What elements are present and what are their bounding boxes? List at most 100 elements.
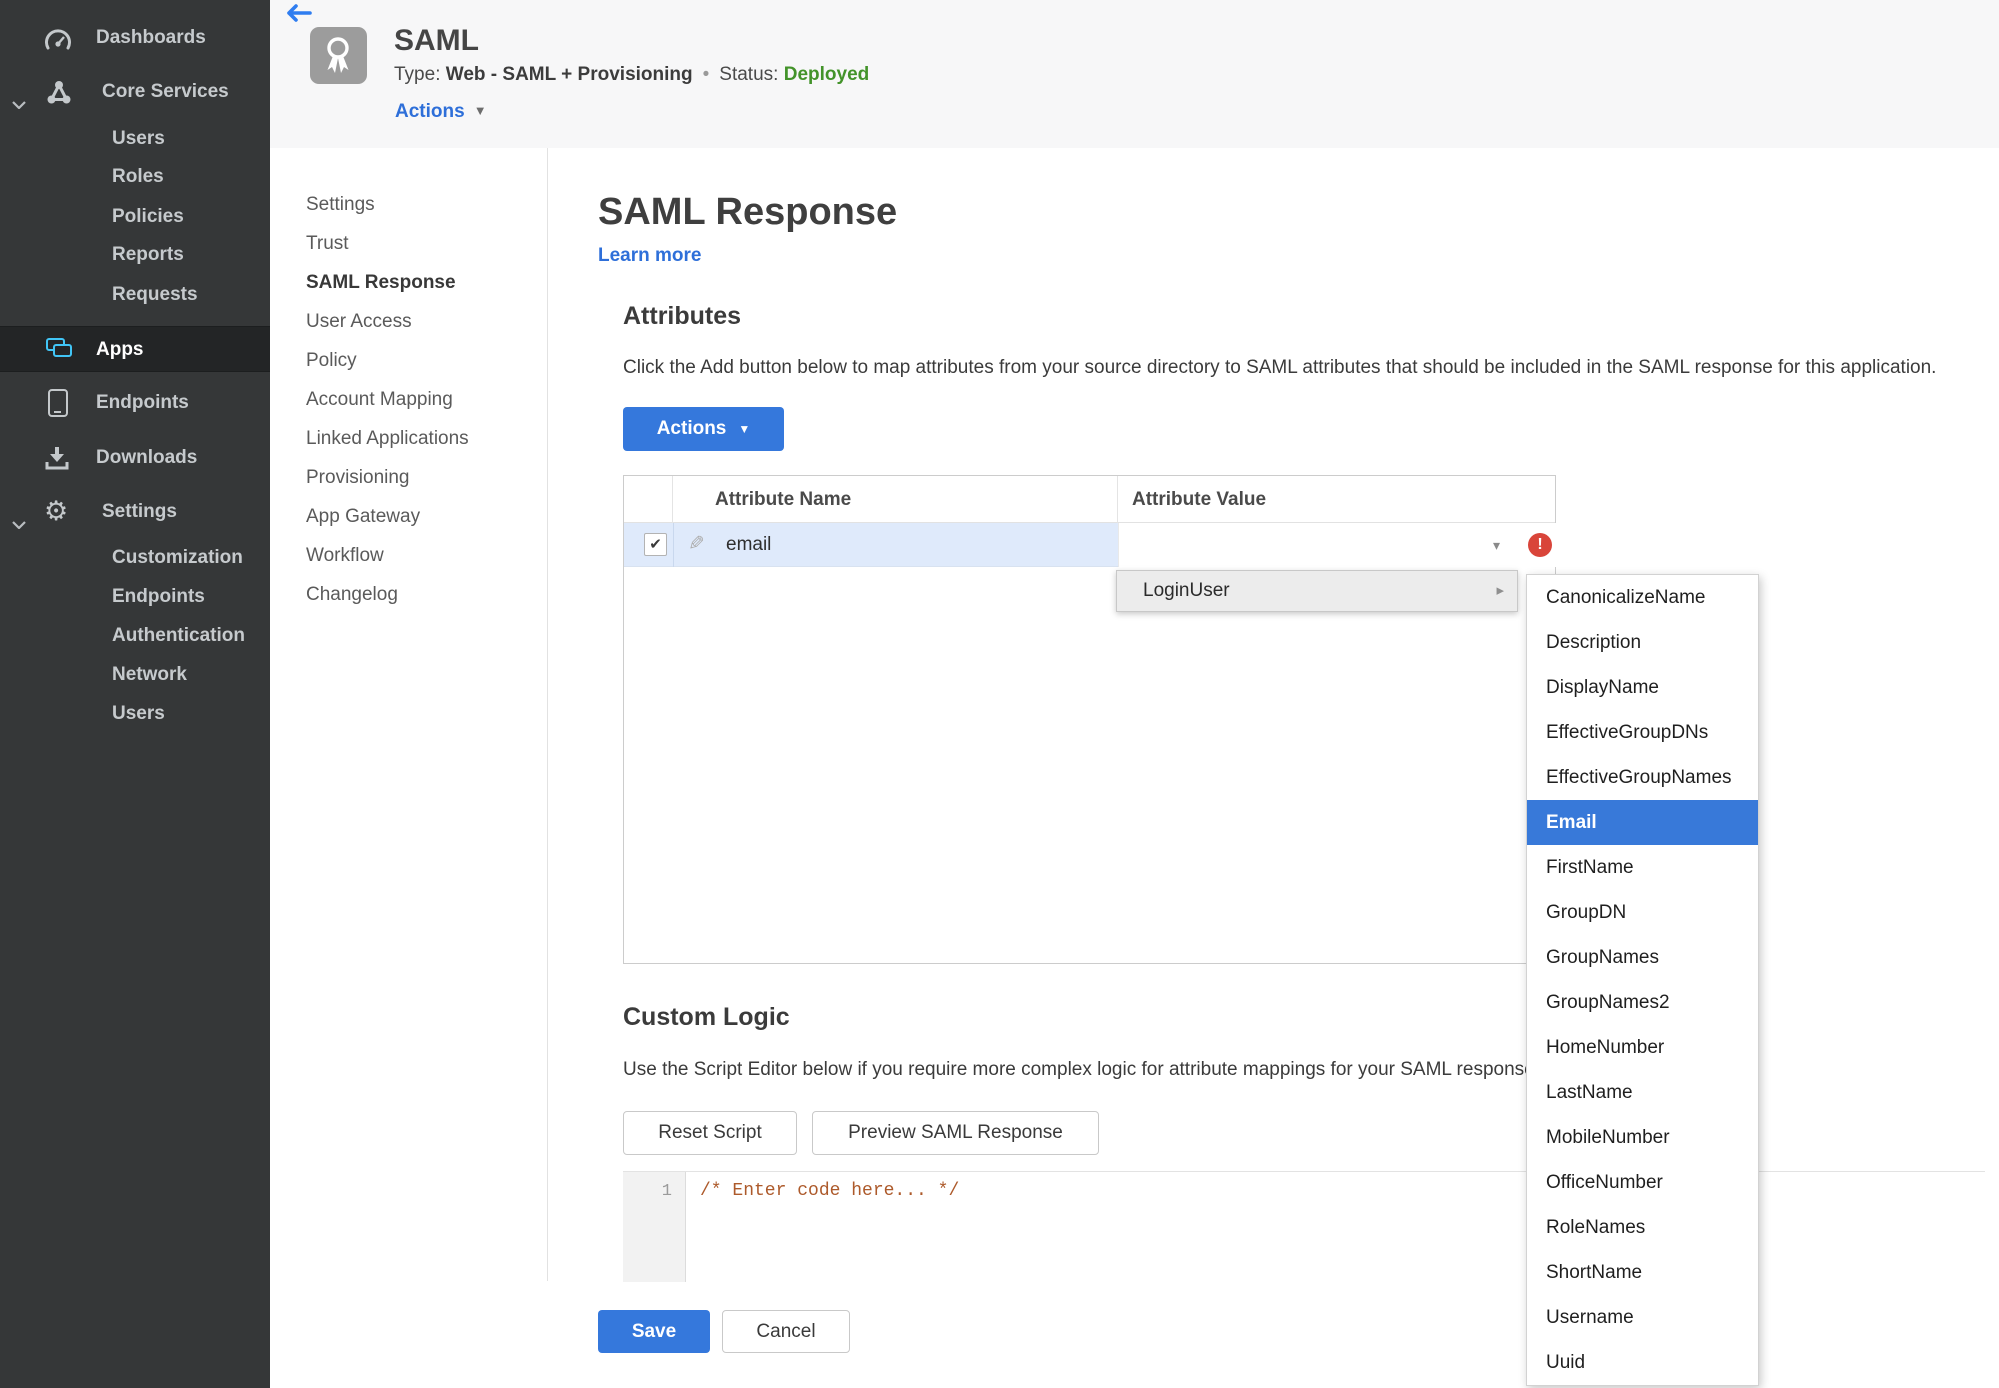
sidebar-item-settings[interactable]: ⚙ Settings bbox=[0, 496, 270, 530]
sidebar-item-label: Settings bbox=[102, 501, 177, 522]
apps-icon bbox=[46, 338, 76, 362]
tab-saml-response[interactable]: SAML Response bbox=[306, 263, 469, 302]
save-button[interactable]: Save bbox=[598, 1310, 710, 1353]
menu-item-lastname[interactable]: LastName bbox=[1527, 1070, 1758, 1115]
tablet-icon bbox=[48, 389, 68, 417]
menu-item-shortname[interactable]: ShortName bbox=[1527, 1250, 1758, 1295]
page-title: SAML Response bbox=[598, 191, 898, 233]
preview-saml-response-button[interactable]: Preview SAML Response bbox=[812, 1111, 1099, 1155]
table-header: Attribute Name Attribute Value bbox=[624, 476, 1555, 523]
award-ribbon-icon bbox=[327, 37, 349, 73]
menu-item-uuid[interactable]: Uuid bbox=[1527, 1340, 1758, 1385]
attribute-value-dropdown[interactable]: ▾ ! bbox=[1118, 523, 1556, 567]
tab-account-mapping[interactable]: Account Mapping bbox=[306, 380, 469, 419]
back-arrow-icon[interactable] bbox=[286, 4, 312, 27]
menu-item-label: LoginUser bbox=[1143, 580, 1230, 601]
chevron-down-icon[interactable] bbox=[12, 508, 26, 540]
learn-more-link[interactable]: Learn more bbox=[598, 245, 701, 267]
attributes-description: Click the Add button below to map attrib… bbox=[623, 357, 1937, 378]
custom-logic-heading: Custom Logic bbox=[623, 1003, 790, 1031]
status-badge: Deployed bbox=[783, 64, 870, 85]
attributes-heading: Attributes bbox=[623, 302, 742, 330]
caret-down-icon: ▼ bbox=[473, 103, 487, 118]
editor-code[interactable]: /* Enter code here... */ bbox=[700, 1181, 959, 1201]
chevron-down-icon[interactable] bbox=[12, 88, 26, 120]
core-services-icon bbox=[44, 79, 74, 117]
tab-linked-applications[interactable]: Linked Applications bbox=[306, 419, 469, 458]
validation-error-icon: ! bbox=[1528, 533, 1552, 557]
app-window: Dashboards Core Services Users Roles Pol… bbox=[0, 0, 1999, 1388]
sidebar-item-endpoints[interactable]: Endpoints bbox=[0, 387, 270, 419]
attributes-actions-button[interactable]: Actions ▼ bbox=[623, 407, 784, 451]
sidebar-item-network[interactable]: Network bbox=[112, 659, 270, 691]
checkmark-icon: ✔ bbox=[649, 536, 662, 553]
menu-item-mobilenumber[interactable]: MobileNumber bbox=[1527, 1115, 1758, 1160]
loginuser-attributes-submenu: CanonicalizeName Description DisplayName… bbox=[1526, 574, 1759, 1386]
app-title: SAML bbox=[394, 24, 479, 57]
menu-item-officenumber[interactable]: OfficeNumber bbox=[1527, 1160, 1758, 1205]
tab-settings[interactable]: Settings bbox=[306, 185, 469, 224]
menu-item-homenumber[interactable]: HomeNumber bbox=[1527, 1025, 1758, 1070]
app-logo bbox=[310, 27, 367, 84]
sidebar-item-settings-users[interactable]: Users bbox=[112, 698, 270, 730]
caret-down-icon: ▼ bbox=[738, 422, 751, 436]
menu-item-groupnames[interactable]: GroupNames bbox=[1527, 935, 1758, 980]
sidebar-item-customization[interactable]: Customization bbox=[112, 542, 270, 574]
attributes-table: Attribute Name Attribute Value ✔ ✎ email… bbox=[623, 475, 1556, 964]
menu-item-groupdn[interactable]: GroupDN bbox=[1527, 890, 1758, 935]
tab-changelog[interactable]: Changelog bbox=[306, 575, 469, 614]
menu-item-displayname[interactable]: DisplayName bbox=[1527, 665, 1758, 710]
menu-item-canonicalizename[interactable]: CanonicalizeName bbox=[1527, 575, 1758, 620]
tab-workflow[interactable]: Workflow bbox=[306, 536, 469, 575]
line-number: 1 bbox=[661, 1182, 672, 1201]
tab-user-access[interactable]: User Access bbox=[306, 302, 469, 341]
tab-provisioning[interactable]: Provisioning bbox=[306, 458, 469, 497]
sidebar-item-label: Downloads bbox=[96, 447, 198, 468]
sidebar-item-apps[interactable]: Apps bbox=[0, 326, 270, 372]
sidebar-item-roles[interactable]: Roles bbox=[112, 161, 270, 193]
menu-item-rolenames[interactable]: RoleNames bbox=[1527, 1205, 1758, 1250]
checkbox-column-header bbox=[624, 476, 673, 523]
edit-pencil-icon[interactable]: ✎ bbox=[688, 531, 705, 556]
sidebar-item-downloads[interactable]: Downloads bbox=[0, 442, 270, 474]
sidebar-item-core-services[interactable]: Core Services bbox=[0, 76, 270, 110]
menu-item-effectivegroupnames[interactable]: EffectiveGroupNames bbox=[1527, 755, 1758, 800]
attribute-value-menu-loginuser[interactable]: LoginUser ▸ bbox=[1116, 570, 1518, 612]
sidebar-item-authentication[interactable]: Authentication bbox=[112, 620, 270, 652]
sidebar-item-dashboards[interactable]: Dashboards bbox=[0, 22, 270, 54]
menu-item-effectivegroupdns[interactable]: EffectiveGroupDNs bbox=[1527, 710, 1758, 755]
editor-gutter: 1 bbox=[623, 1172, 686, 1282]
sidebar-item-users[interactable]: Users bbox=[112, 123, 270, 155]
dropdown-caret-icon[interactable]: ▾ bbox=[1493, 523, 1500, 567]
sidebar-item-reports[interactable]: Reports bbox=[112, 239, 270, 271]
tab-app-gateway[interactable]: App Gateway bbox=[306, 497, 469, 536]
sidebar-item-policies[interactable]: Policies bbox=[112, 201, 270, 233]
table-row: ✔ ✎ email ▾ ! bbox=[624, 523, 1556, 567]
sidebar-item-label: Apps bbox=[96, 339, 144, 360]
download-icon bbox=[44, 445, 70, 482]
tab-trust[interactable]: Trust bbox=[306, 224, 469, 263]
sidebar-item-settings-endpoints[interactable]: Endpoints bbox=[112, 581, 270, 613]
script-editor[interactable]: 1 /* Enter code here... */ bbox=[623, 1171, 1985, 1282]
sidebar-item-label: Dashboards bbox=[96, 27, 206, 48]
app-type: Web - SAML + Provisioning bbox=[445, 64, 693, 85]
sidebar-item-label: Endpoints bbox=[96, 392, 189, 413]
column-header-attribute-name: Attribute Name bbox=[715, 489, 852, 510]
menu-item-description[interactable]: Description bbox=[1527, 620, 1758, 665]
column-header-attribute-value: Attribute Value bbox=[1117, 476, 1266, 523]
header-actions-menu[interactable]: Actions ▼ bbox=[395, 101, 487, 123]
menu-item-groupnames2[interactable]: GroupNames2 bbox=[1527, 980, 1758, 1025]
menu-item-firstname[interactable]: FirstName bbox=[1527, 845, 1758, 890]
gauge-icon bbox=[44, 29, 72, 62]
menu-item-username[interactable]: Username bbox=[1527, 1295, 1758, 1340]
nav-divider bbox=[547, 148, 548, 1281]
cancel-button[interactable]: Cancel bbox=[722, 1310, 850, 1353]
sidebar-item-requests[interactable]: Requests bbox=[112, 279, 270, 311]
app-settings-nav: Settings Trust SAML Response User Access… bbox=[306, 185, 469, 614]
row-checkbox[interactable]: ✔ bbox=[644, 533, 667, 556]
tab-policy[interactable]: Policy bbox=[306, 341, 469, 380]
column-divider bbox=[673, 523, 674, 567]
menu-item-email[interactable]: Email bbox=[1527, 800, 1758, 845]
app-meta: Type: Web - SAML + Provisioning • Status: … bbox=[394, 64, 870, 85]
reset-script-button[interactable]: Reset Script bbox=[623, 1111, 797, 1155]
